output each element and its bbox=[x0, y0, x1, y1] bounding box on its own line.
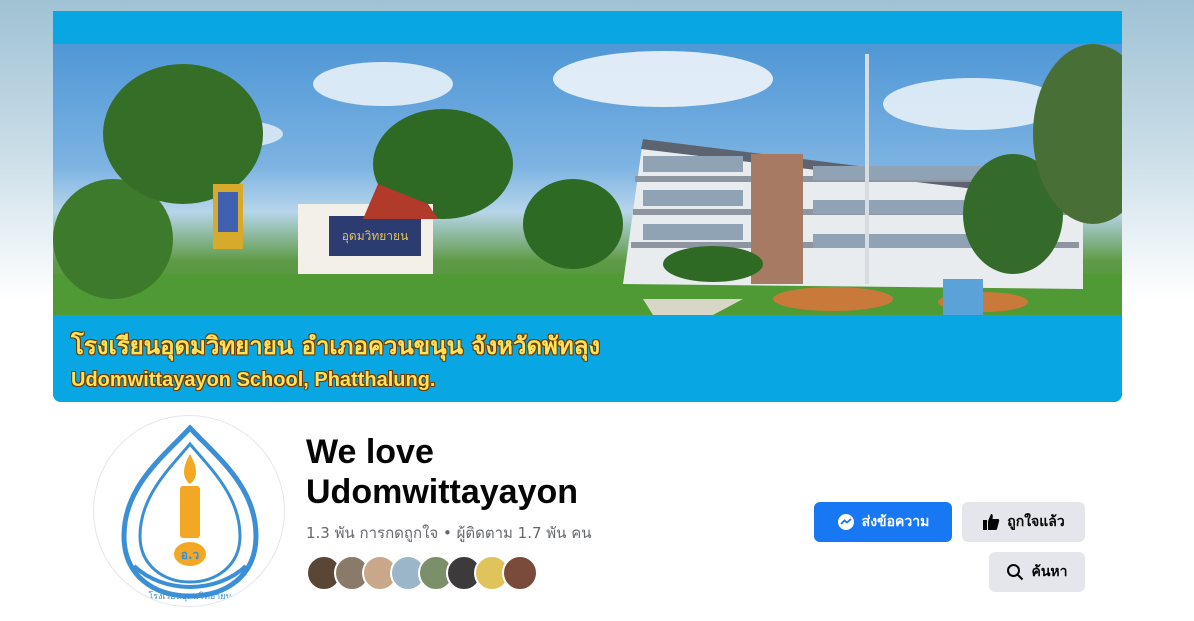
cover-photo[interactable]: อุดมวิทยายน โรงเรียนอุดมวิทยายน อำเภอควน… bbox=[53, 11, 1122, 402]
follower-avatars[interactable] bbox=[306, 555, 576, 591]
cover-caption-band: โรงเรียนอุดมวิทยายน อำเภอควนขนุน จังหวัด… bbox=[53, 315, 1122, 402]
liked-button[interactable]: ถูกใจแล้ว bbox=[962, 502, 1085, 542]
school-scene-illustration: อุดมวิทยายน bbox=[53, 44, 1122, 315]
gate-sign-text: อุดมวิทยายน bbox=[342, 229, 409, 244]
cover-caption-thai: โรงเรียนอุดมวิทยายน อำเภอควนขนุน จังหวัด… bbox=[71, 332, 601, 360]
search-label: ค้นหา bbox=[1031, 564, 1068, 580]
school-logo-icon: อ.ว โรงเรียนอุดมวิทยายน bbox=[121, 424, 259, 602]
cover-top-band bbox=[53, 11, 1122, 44]
follower-avatar[interactable] bbox=[502, 555, 538, 591]
send-message-button[interactable]: ส่งข้อความ bbox=[814, 502, 952, 542]
send-message-label: ส่งข้อความ bbox=[861, 514, 930, 530]
cover-caption-english: Udomwittayayon School, Phatthalung. bbox=[71, 369, 436, 391]
search-page-button[interactable]: ค้นหา bbox=[989, 552, 1085, 592]
page-profile-picture[interactable]: อ.ว โรงเรียนอุดมวิทยายน bbox=[93, 415, 285, 607]
liked-label: ถูกใจแล้ว bbox=[1007, 514, 1065, 530]
cover-school-image: อุดมวิทยายน bbox=[53, 44, 1122, 315]
messenger-icon bbox=[837, 513, 855, 531]
logo-badge-text: อ.ว bbox=[181, 548, 200, 562]
page-title: We love Udomwittayayon bbox=[306, 433, 579, 511]
thumbs-up-icon bbox=[982, 513, 1000, 531]
page-like-follower-stats[interactable]: 1.3 พัน การกดถูกใจ • ผู้ติดตาม 1.7 พัน ค… bbox=[306, 521, 592, 545]
search-icon bbox=[1006, 563, 1024, 581]
logo-ribbon-text: โรงเรียนอุดมวิทยายน bbox=[148, 591, 231, 602]
